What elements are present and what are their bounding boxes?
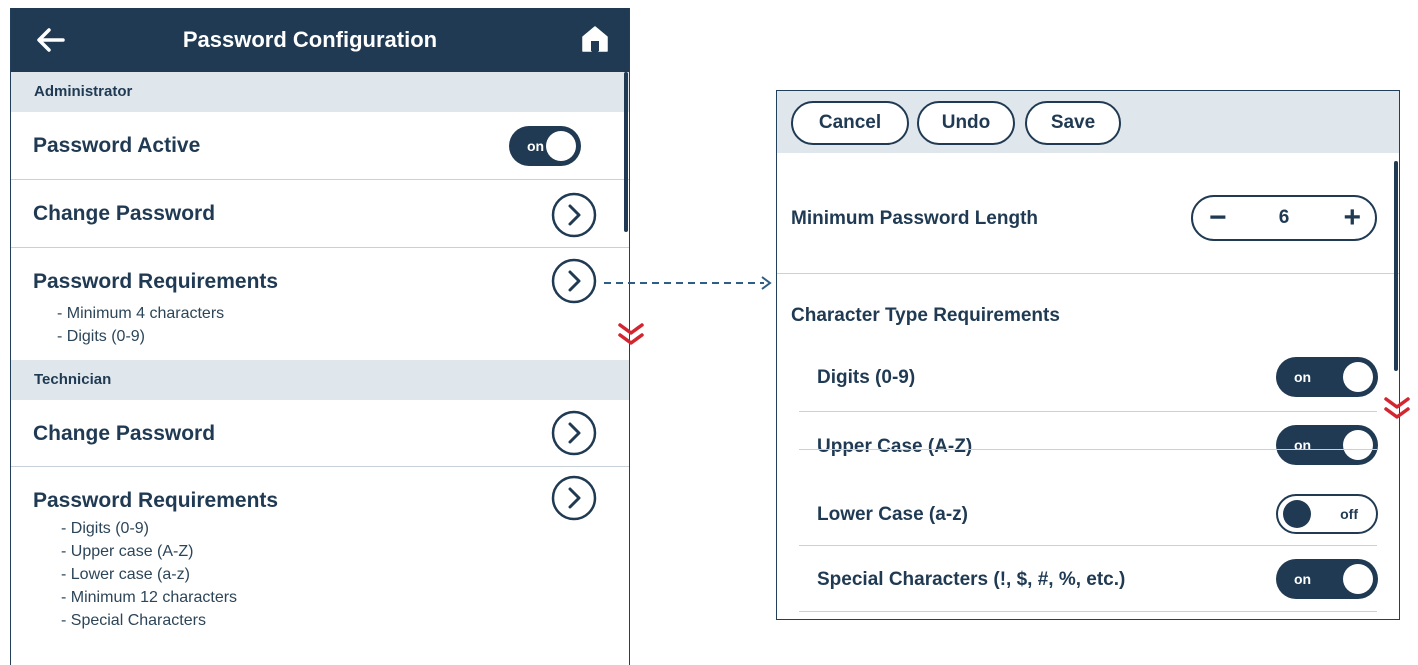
tech-change-password-label: Change Password: [33, 422, 216, 445]
password-requirements-editor: Cancel Undo Save Minimum Password Length…: [776, 90, 1400, 620]
double-chevron-down-icon: [618, 323, 644, 345]
password-configuration-screen: Password Configuration Administrator Pas…: [10, 8, 630, 665]
password-active-label: Password Active: [33, 134, 201, 157]
toggle-label-digits: Digits (0-9): [817, 367, 916, 388]
special-characters-toggle[interactable]: on: [1276, 559, 1378, 599]
chevron-right-circle-icon[interactable]: [551, 410, 597, 456]
cancel-button[interactable]: Cancel: [791, 101, 909, 145]
chevron-right-circle-icon[interactable]: [551, 258, 597, 304]
admin-change-password-label: Change Password: [33, 202, 216, 225]
char-type-header: Character Type Requirements: [791, 305, 1060, 326]
undo-button[interactable]: Undo: [917, 101, 1015, 145]
toggle-state-text: on: [1294, 369, 1312, 385]
requirement-item: - Minimum 4 characters: [57, 305, 225, 322]
toggle-label-upper-case: Upper Case (A-Z): [817, 436, 973, 457]
section-header-administrator: Administrator: [11, 72, 629, 112]
row-password-active: Password Active on: [11, 112, 629, 180]
toggle-knob: [1343, 362, 1373, 392]
requirement-item: - Upper case (A-Z): [61, 543, 194, 560]
upper-case-toggle[interactable]: on: [1276, 425, 1378, 465]
scrollbar[interactable]: [624, 72, 628, 232]
lower-case-toggle[interactable]: off: [1276, 494, 1378, 534]
toggle-knob: [1343, 430, 1373, 460]
toggle-knob: [546, 131, 576, 161]
row-tech-change-password[interactable]: Change Password: [11, 400, 629, 467]
divider: [777, 273, 1399, 274]
top-app-bar: Password Configuration: [11, 8, 629, 72]
divider: [799, 411, 1377, 412]
requirement-item: - Minimum 12 characters: [61, 589, 238, 606]
home-icon[interactable]: [580, 24, 610, 54]
section-header-technician: Technician: [11, 360, 629, 400]
row-admin-change-password[interactable]: Change Password: [11, 180, 629, 248]
toggle-state-text: on: [1294, 437, 1312, 453]
connector-arrow-icon: [604, 276, 772, 290]
row-admin-password-requirements[interactable]: Password Requirements - Minimum 4 charac…: [11, 248, 629, 360]
chevron-right-circle-icon[interactable]: [551, 192, 597, 238]
increment-button[interactable]: +: [1343, 197, 1361, 239]
toggle-state-text: off: [1340, 506, 1358, 522]
row-tech-password-requirements[interactable]: Password Requirements - Digits (0-9) - U…: [11, 467, 629, 665]
requirement-item: - Digits (0-9): [61, 520, 150, 537]
password-active-toggle[interactable]: on: [509, 126, 581, 166]
toggle-label-special-characters: Special Characters (!, $, #, %, etc.): [817, 569, 1126, 590]
admin-requirements-list: - Minimum 4 characters - Digits (0-9): [57, 302, 224, 348]
requirement-item: - Lower case (a-z): [61, 566, 190, 583]
tech-requirements-list: - Digits (0-9) - Upper case (A-Z) - Lowe…: [61, 517, 237, 632]
toggle-knob: [1343, 564, 1373, 594]
divider: [799, 449, 1377, 450]
save-button[interactable]: Save: [1025, 101, 1121, 145]
admin-requirements-label: Password Requirements: [33, 270, 279, 293]
requirement-item: - Special Characters: [61, 612, 206, 629]
toggle-knob: [1283, 500, 1311, 528]
action-bar: Cancel Undo Save: [777, 91, 1399, 153]
chevron-right-circle-icon[interactable]: [551, 475, 597, 521]
tech-requirements-label: Password Requirements: [33, 489, 279, 512]
toggle-label-lower-case: Lower Case (a-z): [817, 504, 968, 525]
toggle-state-text: on: [1294, 571, 1312, 587]
min-length-label: Minimum Password Length: [791, 208, 1039, 229]
min-length-stepper[interactable]: − 6 +: [1191, 195, 1377, 241]
divider: [799, 611, 1377, 612]
scrollbar[interactable]: [1394, 161, 1398, 371]
divider: [799, 545, 1377, 546]
page-title: Password Configuration: [182, 27, 438, 52]
toggle-state-text: on: [527, 138, 545, 154]
requirement-item: - Digits (0-9): [57, 328, 146, 345]
double-chevron-down-icon: [1384, 397, 1410, 419]
digits-toggle[interactable]: on: [1276, 357, 1378, 397]
